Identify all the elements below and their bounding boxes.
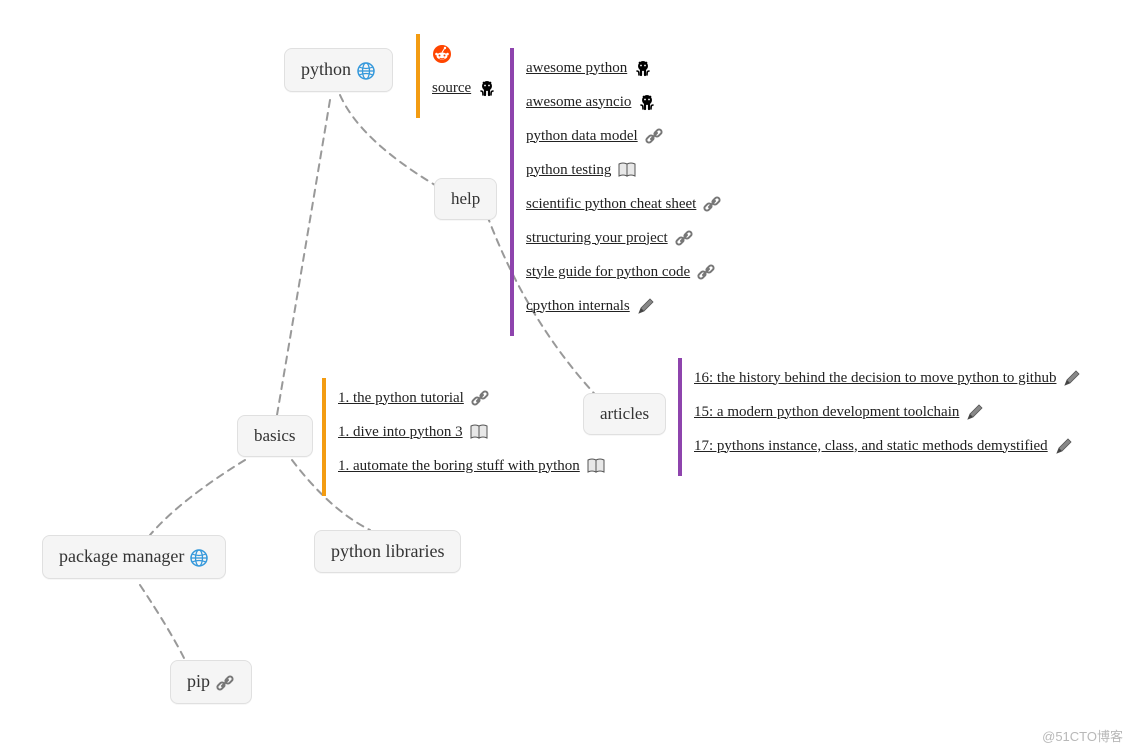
node-label: basics xyxy=(254,426,296,445)
github-icon xyxy=(477,78,497,98)
list-item[interactable]: cpython internals xyxy=(526,296,722,316)
node-python[interactable]: python xyxy=(284,48,393,92)
node-basics[interactable]: basics xyxy=(237,415,313,457)
reddit-icon xyxy=(432,44,452,64)
link-icon xyxy=(702,194,722,214)
list-item[interactable]: scientific python cheat sheet xyxy=(526,194,722,214)
node-label: python libraries xyxy=(331,541,444,561)
help-links: awesome python awesome asyncio python da… xyxy=(510,48,722,336)
node-pip[interactable]: pip xyxy=(170,660,252,704)
edge-basics-package xyxy=(150,460,245,535)
node-python-libraries[interactable]: python libraries xyxy=(314,530,461,573)
watermark: @51CTO博客 xyxy=(1042,726,1123,745)
list-item[interactable]: source xyxy=(432,78,497,98)
link-label: awesome asyncio xyxy=(526,94,631,111)
node-label: python xyxy=(301,59,351,79)
link-label: 16: the history behind the decision to m… xyxy=(694,370,1056,387)
list-item[interactable]: style guide for python code xyxy=(526,262,722,282)
link-icon xyxy=(674,228,694,248)
list-item[interactable]: 16: the history behind the decision to m… xyxy=(694,368,1082,388)
link-label: python data model xyxy=(526,128,638,145)
link-label: 1. dive into python 3 xyxy=(338,424,463,441)
list-item[interactable]: awesome asyncio xyxy=(526,92,722,112)
pen-icon xyxy=(636,296,656,316)
link-label: structuring your project xyxy=(526,230,668,247)
list-item[interactable]: structuring your project xyxy=(526,228,722,248)
pen-icon xyxy=(1062,368,1082,388)
basics-links: 1. the python tutorial 1. dive into pyth… xyxy=(322,378,606,496)
pen-icon xyxy=(965,402,985,422)
articles-links: 16: the history behind the decision to m… xyxy=(678,358,1082,476)
book-icon xyxy=(586,456,606,476)
link-label: python testing xyxy=(526,162,611,179)
list-item[interactable]: 1. automate the boring stuff with python xyxy=(338,456,606,476)
list-item[interactable]: python data model xyxy=(526,126,722,146)
github-icon xyxy=(633,58,653,78)
link-icon xyxy=(644,126,664,146)
book-icon xyxy=(617,160,637,180)
link-icon xyxy=(215,673,235,693)
book-icon xyxy=(469,422,489,442)
list-item[interactable]: 15: a modern python development toolchai… xyxy=(694,402,1082,422)
node-help[interactable]: help xyxy=(434,178,497,220)
link-label: awesome python xyxy=(526,60,627,77)
link-label: 1. automate the boring stuff with python xyxy=(338,458,580,475)
globe-icon xyxy=(189,548,209,568)
globe-icon xyxy=(356,61,376,81)
link-label: cpython internals xyxy=(526,298,630,315)
link-icon xyxy=(696,262,716,282)
link-icon xyxy=(470,388,490,408)
link-label: 1. the python tutorial xyxy=(338,390,464,407)
node-label: help xyxy=(451,189,480,208)
pen-icon xyxy=(1054,436,1074,456)
list-item[interactable]: python testing xyxy=(526,160,722,180)
list-item[interactable]: awesome python xyxy=(526,58,722,78)
edge-package-pip xyxy=(140,585,185,660)
node-label: articles xyxy=(600,404,649,423)
python-links: source xyxy=(416,34,497,118)
edge-python-basics xyxy=(277,100,330,415)
link-label: style guide for python code xyxy=(526,264,690,281)
node-label: pip xyxy=(187,671,210,691)
list-item[interactable]: 1. the python tutorial xyxy=(338,388,606,408)
link-label: scientific python cheat sheet xyxy=(526,196,696,213)
github-icon xyxy=(637,92,657,112)
node-label: package manager xyxy=(59,546,184,566)
link-label: source xyxy=(432,80,471,97)
list-item[interactable]: 17: pythons instance, class, and static … xyxy=(694,436,1082,456)
node-package-manager[interactable]: package manager xyxy=(42,535,226,579)
list-item[interactable]: 1. dive into python 3 xyxy=(338,422,606,442)
link-label: 17: pythons instance, class, and static … xyxy=(694,438,1048,455)
link-label: 15: a modern python development toolchai… xyxy=(694,404,959,421)
list-item[interactable] xyxy=(432,44,497,64)
